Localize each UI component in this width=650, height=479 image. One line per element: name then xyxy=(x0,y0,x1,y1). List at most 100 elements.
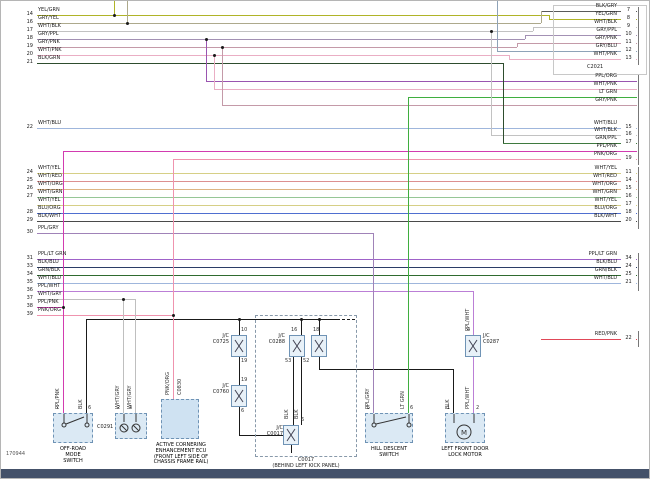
jc-c0287-box xyxy=(465,335,481,357)
wire-gry-blu xyxy=(497,1,498,51)
pin-number: 20 xyxy=(621,218,636,223)
terminal-number: 19 xyxy=(241,378,247,383)
wire-color-label: WHT/BLK xyxy=(547,20,617,25)
pin-number: 12 xyxy=(621,48,636,53)
off-road-mode-switch-label: OFF-ROAD MODE SWITCH xyxy=(55,447,91,464)
terminal-number: 5 xyxy=(367,406,370,411)
wire-color-label-vertical: BLK xyxy=(295,410,300,420)
jc-label-c0287: J/CC0287 xyxy=(483,333,509,345)
wire-color-label: PPL/LT GRN xyxy=(547,252,617,257)
wire-color-label: PNK/ORG xyxy=(38,308,61,313)
wire-ppl-gry xyxy=(373,233,374,413)
jc-c0288-box xyxy=(289,335,305,357)
wire-color-label: WHT/BLU xyxy=(38,276,61,281)
wire-color-label: WHT/BLU xyxy=(547,121,617,126)
door-lock-motor-label: LEFT FRONT DOOR LOCK MOTOR xyxy=(441,447,489,459)
pin-number: 8 xyxy=(621,16,636,21)
junction-dot xyxy=(205,38,208,41)
wire-color-label: BLK/WHT xyxy=(547,214,617,219)
pin-number: 25 xyxy=(621,272,636,277)
hill-descent-switch-label: HILL DESCENT SWITCH xyxy=(365,447,413,459)
pin-number: 38 xyxy=(15,304,33,309)
jc-c0017-box xyxy=(283,425,299,445)
wire-color-label: PPL/ORG xyxy=(547,74,617,79)
wire-yel-grn xyxy=(114,1,115,15)
wire-color-label: PPL/LT GRN xyxy=(38,252,66,257)
connector-label-c2021: C2021 xyxy=(587,65,603,70)
wire-color-label: WHT/BLU xyxy=(38,121,61,126)
wire-color-label: WHT/ORG xyxy=(38,182,63,187)
terminal-number: 3 xyxy=(129,406,132,411)
wire-color-label: WHT/GRY xyxy=(38,292,62,297)
wire-blk xyxy=(86,319,87,413)
lamp-symbol-icon xyxy=(116,414,146,438)
junction-x-icon xyxy=(466,336,480,356)
pin-number: 16 xyxy=(15,20,33,25)
pin-number: 17 xyxy=(621,140,636,145)
pin-number: 35 xyxy=(15,280,33,285)
junction-dot xyxy=(62,306,65,309)
junction-dot xyxy=(490,30,493,33)
connector-code: C0760 xyxy=(203,389,229,395)
wire-blk-wht xyxy=(37,221,637,222)
wire-gry-pnk xyxy=(37,47,517,48)
wire-color-label: YEL/GRN xyxy=(547,12,617,17)
pin-number: 30 xyxy=(15,230,33,235)
wire-color-label: PPL/PNK xyxy=(547,144,617,149)
wire-pnk-org xyxy=(37,315,173,316)
jc-c0288-box-2 xyxy=(311,335,327,357)
wire-gry-yel xyxy=(127,1,128,23)
wire-color-label-vertical: PPL/WHT xyxy=(466,387,471,409)
wire-blk-grn xyxy=(37,63,503,64)
wire-color-label: WHT/RED xyxy=(38,174,62,179)
wire-color-label: WHT/YEL xyxy=(547,166,617,171)
wire-gry-pnk xyxy=(222,47,223,105)
pin-number: 17 xyxy=(15,28,33,33)
wire-color-label: WHT/BLU xyxy=(547,276,617,281)
junction-dot xyxy=(213,54,216,57)
pin-number: 34 xyxy=(15,272,33,277)
terminal-number: 19 xyxy=(241,359,247,364)
connector-code: C0725 xyxy=(203,339,229,345)
wire-wht-blk xyxy=(533,27,534,31)
wire-gry-ppl xyxy=(525,35,526,39)
wire-color-label: WHT/RED xyxy=(547,174,617,179)
wire-color-label: WHT/PNK xyxy=(38,48,61,53)
pin-number: 36 xyxy=(15,288,33,293)
jc-label-c0288: J/CC0288 xyxy=(259,333,285,345)
pin-number: 25 xyxy=(15,178,33,183)
wire-color-label: WHT/YEL xyxy=(38,166,60,171)
connector-code: C0288 xyxy=(259,339,285,345)
wire-color-label: WHT/GRN xyxy=(547,190,617,195)
wire-wht-blk xyxy=(37,31,533,32)
pin-number: 26 xyxy=(15,186,33,191)
terminal-number: 1 xyxy=(447,406,450,411)
connector-label-c0830-vertical: C0830 xyxy=(178,379,183,395)
wire-color-label: RED/PNK xyxy=(547,332,617,337)
wire-color-label: GRY/PNK xyxy=(547,98,617,103)
wire-wht-gry xyxy=(123,299,124,413)
junction-x-icon xyxy=(312,336,326,356)
wire-color-label: GRY/PNK xyxy=(38,40,60,45)
wire-color-label: BLU/ORG xyxy=(547,206,617,211)
wire-gry-yel xyxy=(37,23,541,24)
junction-dot xyxy=(126,22,129,25)
wire-color-label-vertical: PNK/ORG xyxy=(166,372,171,395)
pin-number: 29 xyxy=(15,218,33,223)
wire-wht-blk xyxy=(491,31,492,135)
wire-color-label: BLK/BLU xyxy=(547,260,617,265)
wire-color-label: WHT/BLK xyxy=(38,24,61,29)
wire-blk xyxy=(453,369,454,413)
wire-color-label: GRY/PPL xyxy=(547,28,617,33)
pin-number: 24 xyxy=(621,264,636,269)
terminal-number: 7 xyxy=(56,406,59,411)
pin-number: 11 xyxy=(621,170,636,175)
pin-number: 34 xyxy=(621,256,636,261)
wire-gry-ppl xyxy=(37,39,525,40)
switch-illumination-box xyxy=(115,413,147,439)
wire-color-label: WHT/PNK xyxy=(547,52,617,57)
wire-color-label: WHT/YEL xyxy=(547,198,617,203)
wire-gry-pnk xyxy=(517,43,518,47)
connector-bracket xyxy=(638,75,639,165)
wire-color-label-vertical: BLK xyxy=(79,400,84,410)
